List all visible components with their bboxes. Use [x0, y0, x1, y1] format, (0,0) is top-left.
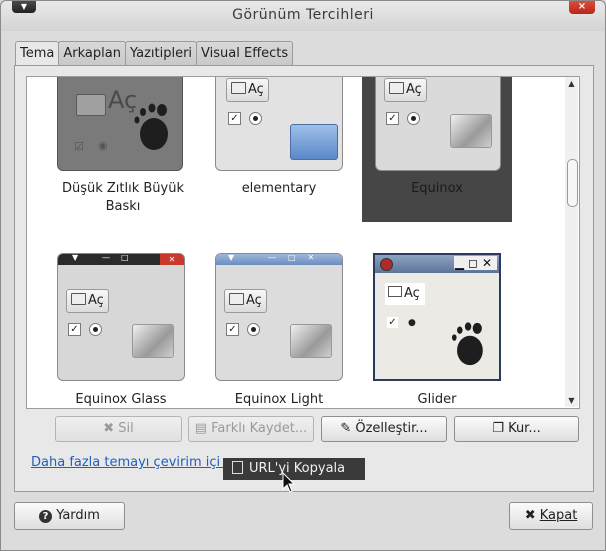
- delete-icon: ✖: [103, 421, 119, 436]
- image-icon: [132, 324, 174, 358]
- mouse-pointer-icon: [282, 472, 296, 493]
- radio-preview: [247, 323, 260, 336]
- close-icon: ✖: [524, 508, 540, 523]
- checkbox-preview: ✓: [68, 323, 81, 336]
- mini-titlebar: ▁◻✕: [375, 255, 499, 273]
- open-button-preview: Aç: [66, 289, 109, 313]
- help-button[interactable]: ? Yardım: [14, 502, 125, 530]
- open-button-preview: Aç: [384, 78, 427, 102]
- copy-icon: [232, 461, 243, 474]
- more-themes-online-link[interactable]: Daha fazla temayı çevirim içi a: [31, 455, 232, 470]
- radio-preview: [249, 112, 262, 125]
- brush-icon: ✎: [340, 421, 356, 436]
- theme-label-equinox-light: Equinox Light: [234, 392, 324, 407]
- scroll-down-arrow-icon[interactable]: ▼: [565, 396, 578, 405]
- folder-icon: [76, 94, 106, 116]
- checkbox-preview: ✓: [228, 112, 241, 125]
- theme-thumb-high-contrast[interactable]: Aç ☑ ◉: [57, 77, 183, 171]
- theme-list[interactable]: Aç ☑ ◉ Düşük Zıtlık Büyük Baskı Aç ✓ ele…: [26, 76, 580, 409]
- image-icon: [450, 114, 492, 148]
- theme-thumb-equinox-light[interactable]: ▼ —□✕ Aç ✓: [215, 253, 343, 381]
- image-icon: [290, 324, 332, 358]
- open-button-preview: Aç: [385, 283, 425, 305]
- customize-button[interactable]: ✎ Özelleştir...: [321, 416, 447, 442]
- radio-icon: ◉: [98, 139, 108, 152]
- gnome-foot-icon: [134, 103, 168, 150]
- install-icon: ❐: [492, 421, 509, 436]
- window-title: Görünüm Tercihleri: [232, 7, 374, 23]
- mini-app-icon: [380, 258, 393, 271]
- mini-window-buttons: ▁◻✕: [453, 256, 497, 270]
- theme-list-scrollbar[interactable]: ▲ ▼: [565, 77, 578, 407]
- scroll-thumb[interactable]: [567, 159, 578, 207]
- tab-yazitipleri[interactable]: Yazıtipleri: [124, 41, 198, 66]
- tab-bar: Tema Arkaplan Yazıtipleri Visual Effects: [15, 41, 294, 67]
- theme-label-elementary: elementary: [241, 181, 317, 196]
- theme-label-equinox: Equinox: [411, 181, 463, 196]
- scroll-up-arrow-icon[interactable]: ▲: [565, 79, 578, 88]
- theme-thumb-elementary[interactable]: Aç ✓: [215, 77, 343, 171]
- theme-label-equinox-glass: Equinox Glass: [75, 392, 167, 407]
- mini-menu-icon: ▼: [228, 253, 235, 262]
- tab-visual-effects[interactable]: Visual Effects: [196, 41, 294, 66]
- theme-thumb-equinox-glass[interactable]: ▼ —□ ✕ Aç ✓: [57, 253, 185, 381]
- mini-window-buttons: —□: [102, 253, 140, 262]
- tab-tema[interactable]: Tema: [15, 41, 60, 67]
- check-icon: ☑: [74, 140, 84, 153]
- gnome-foot-icon: [451, 322, 483, 366]
- checkbox-preview: ✓: [387, 317, 398, 328]
- radio-preview: [89, 323, 102, 336]
- theme-thumb-equinox[interactable]: Aç ✓: [375, 77, 501, 171]
- checkbox-preview: ✓: [386, 112, 399, 125]
- open-button-preview: Aç: [224, 289, 267, 313]
- mini-titlebar: ▼ —□ ✕: [58, 253, 184, 265]
- mini-menu-icon: ▼: [72, 253, 79, 262]
- mini-titlebar: ▼ —□✕: [216, 253, 342, 265]
- save-icon: ▤: [194, 421, 212, 436]
- open-button-preview: Aç: [226, 78, 269, 102]
- radio-preview: ●: [408, 318, 416, 328]
- mini-close-icon: ✕: [160, 254, 184, 265]
- folder-icon: [290, 124, 338, 160]
- window-close-button[interactable]: ×: [569, 1, 595, 14]
- delete-button[interactable]: ✖ Sil: [55, 416, 182, 442]
- radio-preview: [407, 112, 420, 125]
- theme-thumb-glider[interactable]: ▁◻✕ Aç ✓ ●: [373, 253, 501, 381]
- theme-label-high-contrast: Düşük Zıtlık Büyük Baskı: [61, 181, 185, 214]
- help-icon: ?: [39, 510, 53, 523]
- mini-window-buttons: —□✕: [268, 253, 327, 262]
- checkbox-preview: ✓: [226, 323, 239, 336]
- close-button[interactable]: ✖ Kapat: [509, 502, 593, 530]
- titlebar[interactable]: ▼ Görünüm Tercihleri ×: [1, 1, 605, 31]
- install-button[interactable]: ❐ Kur...: [454, 416, 579, 442]
- theme-label-glider: Glider: [417, 392, 457, 407]
- save-as-button[interactable]: ▤ Farklı Kaydet...: [188, 416, 314, 442]
- tab-arkaplan[interactable]: Arkaplan: [58, 41, 126, 66]
